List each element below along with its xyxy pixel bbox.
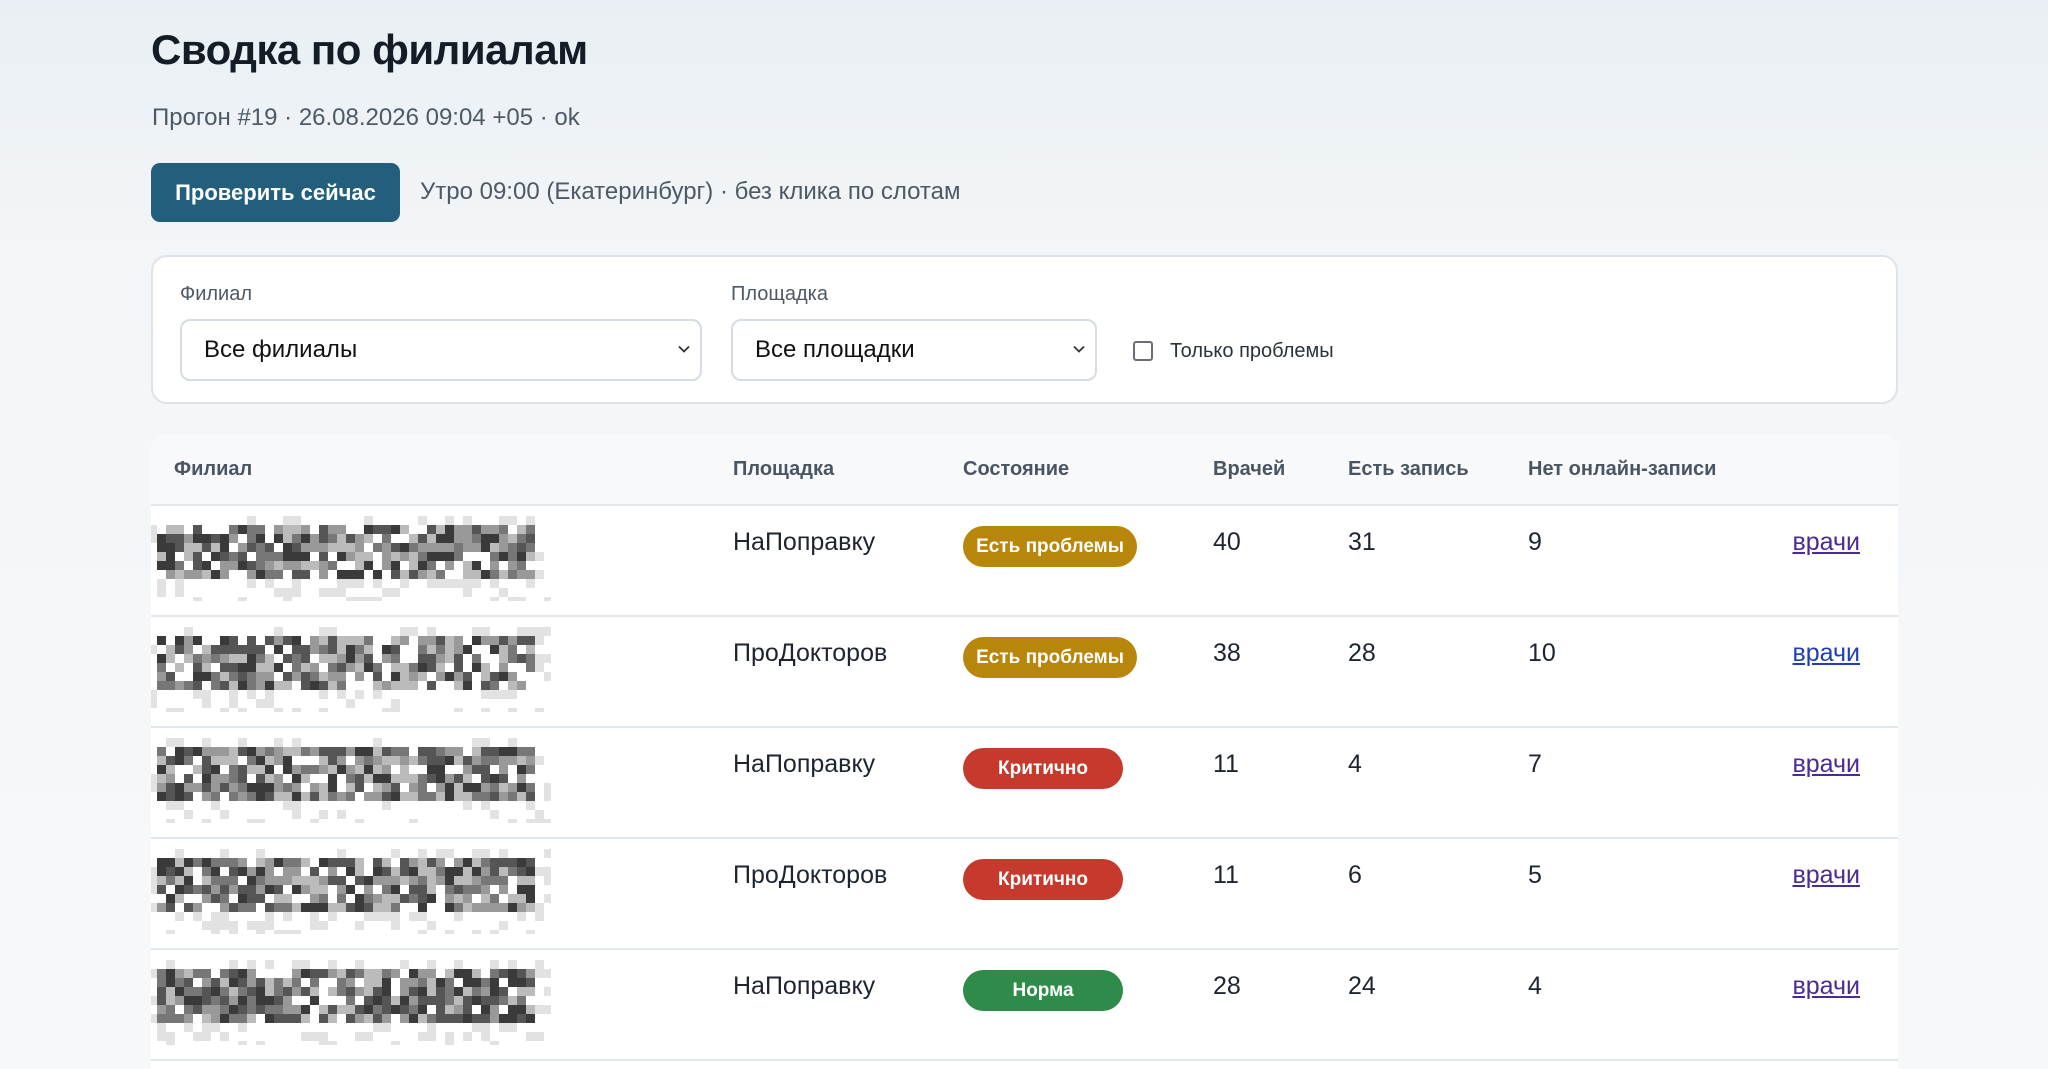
- table-header: Филиал Площадка Состояние Врачей Есть за…: [151, 434, 1898, 506]
- doctors-link[interactable]: врачи: [1792, 748, 1860, 780]
- doctors-link[interactable]: врачи: [1792, 859, 1860, 891]
- branch-select-value: Все филиалы: [204, 336, 358, 363]
- check-now-button[interactable]: Проверить сейчас: [151, 163, 400, 222]
- redacted-branch-name: [151, 849, 551, 934]
- table-row: НаПоправку Есть проблемы 40 31 9 врачи: [151, 506, 1898, 617]
- doctors-count-cell: 40: [1213, 528, 1241, 556]
- redacted-branch-name: [151, 960, 551, 1045]
- doctors-count-cell: 11: [1213, 750, 1239, 778]
- no-online-cell: 10: [1528, 639, 1556, 667]
- platform-filter-label: Площадка: [731, 283, 828, 305]
- status-badge: Норма: [963, 970, 1123, 1011]
- filters-panel: Филиал Все филиалы Площадка Все площадки…: [151, 255, 1898, 404]
- branches-summary-page: Сводка по филиалам Прогон #19 · 26.08.20…: [0, 0, 2048, 1069]
- column-header-doctors: Врачей: [1213, 458, 1286, 480]
- chevron-down-icon: [1073, 345, 1085, 353]
- table-row: ПроДокторов Критично 11 6 5 врачи: [151, 839, 1898, 950]
- doctors-count-cell: 11: [1213, 861, 1239, 889]
- schedule-note: Утро 09:00 (Екатеринбург) · без клика по…: [420, 178, 961, 205]
- has-booking-cell: 24: [1348, 972, 1376, 1000]
- platform-select[interactable]: Все площадки: [731, 319, 1097, 381]
- table-row: НаПоправку Критично 11 4 7 врачи: [151, 728, 1898, 839]
- branch-filter-label: Филиал: [180, 283, 253, 305]
- doctors-link[interactable]: врачи: [1792, 526, 1860, 558]
- no-online-cell: 7: [1528, 750, 1542, 778]
- no-online-cell: 9: [1528, 528, 1542, 556]
- column-header-platform: Площадка: [733, 458, 835, 480]
- status-badge: Критично: [963, 859, 1123, 900]
- redacted-branch-name: [151, 738, 551, 823]
- branch-select[interactable]: Все филиалы: [180, 319, 702, 381]
- redacted-branch-name: [151, 627, 551, 712]
- page-title: Сводка по филиалам: [151, 26, 588, 73]
- branches-table: Филиал Площадка Состояние Врачей Есть за…: [151, 434, 1898, 1069]
- platform-cell: ПроДокторов: [733, 639, 888, 667]
- platform-cell: НаПоправку: [733, 528, 876, 556]
- status-badge: Критично: [963, 748, 1123, 789]
- doctors-count-cell: 28: [1213, 972, 1241, 1000]
- no-online-cell: 4: [1528, 972, 1542, 1000]
- only-problems-checkbox[interactable]: [1133, 341, 1153, 361]
- has-booking-cell: 28: [1348, 639, 1376, 667]
- status-badge: Есть проблемы: [963, 526, 1137, 567]
- column-header-branch: Филиал: [174, 458, 253, 480]
- has-booking-cell: 4: [1348, 750, 1362, 778]
- has-booking-cell: 31: [1348, 528, 1376, 556]
- has-booking-cell: 6: [1348, 861, 1362, 889]
- platform-cell: НаПоправку: [733, 972, 876, 1000]
- status-badge: Есть проблемы: [963, 637, 1137, 678]
- platform-cell: НаПоправку: [733, 750, 876, 778]
- chevron-down-icon: [678, 345, 690, 353]
- only-problems-toggle[interactable]: Только проблемы: [1133, 337, 1334, 365]
- column-header-status: Состояние: [963, 458, 1070, 480]
- column-header-has-booking: Есть запись: [1348, 458, 1469, 480]
- table-row: ПроДокторов Есть проблемы 38 28 10 врачи: [151, 617, 1898, 728]
- column-header-no-online: Нет онлайн-записи: [1528, 458, 1717, 480]
- doctors-count-cell: 38: [1213, 639, 1241, 667]
- no-online-cell: 5: [1528, 861, 1542, 889]
- only-problems-label: Только проблемы: [1170, 339, 1334, 362]
- platform-select-value: Все площадки: [755, 336, 915, 363]
- platform-cell: ПроДокторов: [733, 861, 888, 889]
- doctors-link[interactable]: врачи: [1792, 970, 1860, 1002]
- redacted-branch-name: [151, 516, 551, 601]
- doctors-link[interactable]: врачи: [1792, 637, 1860, 669]
- table-row: НаПоправку Норма 28 24 4 врачи: [151, 950, 1898, 1061]
- run-info: Прогон #19 · 26.08.2026 09:04 +05 · ok: [152, 104, 580, 131]
